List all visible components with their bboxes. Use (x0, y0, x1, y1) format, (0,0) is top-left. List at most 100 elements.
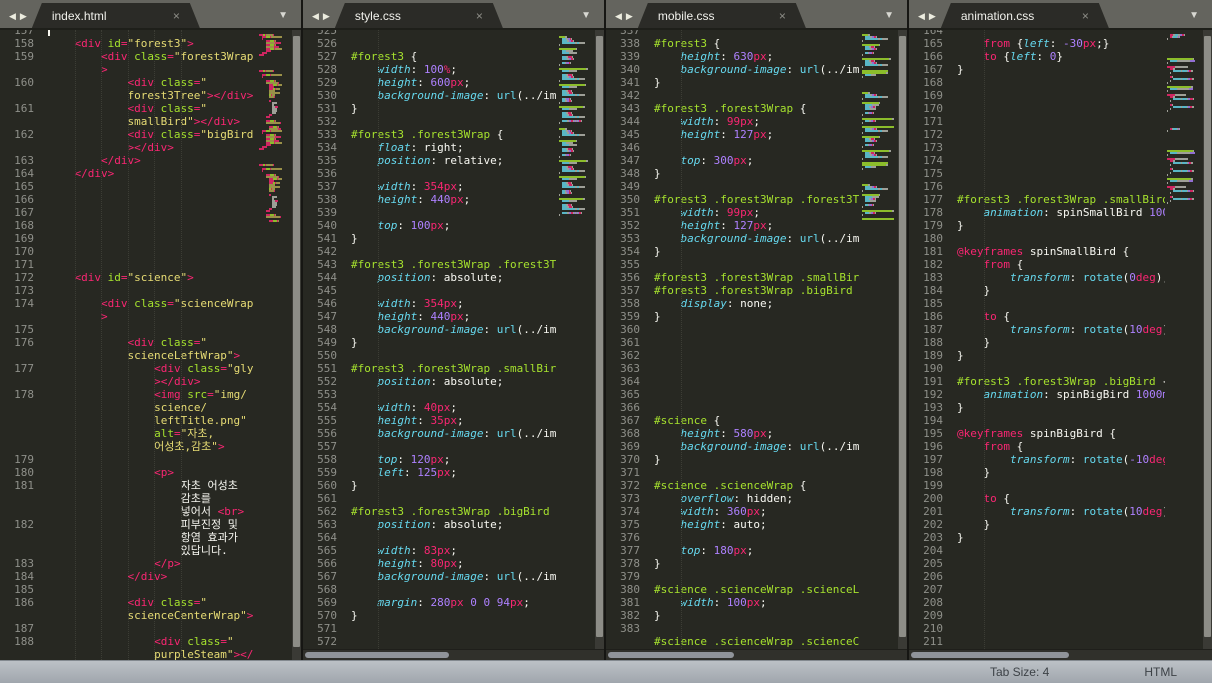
code-line[interactable]: 345 height: 127px; (606, 128, 860, 141)
code-line[interactable]: 167 (0, 206, 254, 219)
code-line[interactable]: 383 (606, 622, 860, 635)
tab-overflow-icon[interactable]: ▼ (1189, 11, 1199, 21)
tab-animation-css[interactable]: animation.css × (941, 3, 1109, 28)
code-line[interactable]: scienceCenterWrap"> (0, 609, 254, 622)
code-line[interactable]: 210 (909, 622, 1165, 635)
code-line[interactable]: 570} (303, 609, 557, 622)
code-line[interactable]: 364 (606, 375, 860, 388)
code-line[interactable]: 157 (0, 30, 254, 37)
code-line[interactable]: 168 (909, 76, 1165, 89)
code-line[interactable]: 164 (909, 30, 1165, 37)
code-line[interactable]: 542 (303, 245, 557, 258)
tab-close-icon[interactable]: × (476, 9, 483, 23)
code-line[interactable]: 525 (303, 30, 557, 37)
code-line[interactable]: 553 (303, 388, 557, 401)
code-line[interactable]: > (0, 310, 254, 323)
code-line[interactable]: 529 height: 600px; (303, 76, 557, 89)
code-line[interactable]: science/ (0, 401, 254, 414)
code-line[interactable]: 557 (303, 440, 557, 453)
code-area[interactable]: 164 165 from {left: -30px;} 166 to {left: 0}… (909, 30, 1165, 649)
code-line[interactable]: 182 from { (909, 258, 1165, 271)
code-line[interactable]: 354} (606, 245, 860, 258)
minimap[interactable] (860, 30, 898, 649)
code-line[interactable]: 366 (606, 401, 860, 414)
code-line[interactable]: leftTitle.png" (0, 414, 254, 427)
code-line[interactable]: 350#forest3 .forest3Wrap .forest3Tree { (606, 193, 860, 206)
minimap[interactable] (1165, 30, 1203, 649)
code-line[interactable]: 165 (0, 180, 254, 193)
code-line[interactable]: 감초를 (0, 492, 254, 505)
code-line[interactable]: 168 (0, 219, 254, 232)
code-line[interactable]: 351 width: 99px; (606, 206, 860, 219)
code-line[interactable]: 171 (0, 258, 254, 271)
code-line[interactable]: 358 display: none; (606, 297, 860, 310)
tab-style-css[interactable]: style.css × (335, 3, 503, 28)
code-line[interactable]: 568 (303, 583, 557, 596)
code-line[interactable]: 548background-image: url(../img (303, 323, 557, 336)
code-line[interactable]: 180 <p> (0, 466, 254, 479)
code-line[interactable]: 539 (303, 206, 557, 219)
tab-scroll-left-icon[interactable]: ◀ (615, 12, 622, 21)
code-line[interactable]: 363 (606, 362, 860, 375)
code-line[interactable]: 535 position: relative; (303, 154, 557, 167)
code-line[interactable]: > (0, 63, 254, 76)
code-line[interactable]: 183 </p> (0, 557, 254, 570)
code-line[interactable]: 540 top: 100px; (303, 219, 557, 232)
horizontal-scrollbar[interactable] (303, 649, 604, 660)
code-line[interactable]: 205 (909, 557, 1165, 570)
horizontal-scrollbar-thumb[interactable] (608, 652, 735, 658)
code-line[interactable]: 563 position: absolute; (303, 518, 557, 531)
code-line[interactable]: 347 top: 300px; (606, 154, 860, 167)
code-line[interactable]: 561 (303, 492, 557, 505)
code-area[interactable]: 525 526 527 #forest3 {528 width: 100%; 529 hei… (303, 30, 557, 649)
code-line[interactable]: 349 (606, 180, 860, 193)
code-line[interactable]: 556background-image: url(../img (303, 427, 557, 440)
code-line[interactable]: 564 (303, 531, 557, 544)
code-line[interactable]: 342 (606, 89, 860, 102)
code-line[interactable]: 173 (0, 284, 254, 297)
code-line[interactable]: 187 (0, 622, 254, 635)
code-line[interactable]: 380#science .scienceWrap .scienceLeftWra… (606, 583, 860, 596)
code-line[interactable]: 169 (0, 232, 254, 245)
code-line[interactable]: 359} (606, 310, 860, 323)
code-line[interactable]: 357#forest3 .forest3Wrap .bigBird { (606, 284, 860, 297)
code-line[interactable]: 337 (606, 30, 860, 37)
code-line[interactable]: 368 height: 580px; (606, 427, 860, 440)
code-line[interactable]: 373 overflow: hidden; (606, 492, 860, 505)
horizontal-scrollbar[interactable] (606, 649, 907, 660)
code-area[interactable]: 337 338 #forest3 {339 height: 630px; 340 back… (606, 30, 860, 649)
tab-scroll-left-icon[interactable]: ◀ (312, 12, 319, 21)
code-line[interactable]: 555 height: 35px; (303, 414, 557, 427)
code-line[interactable]: 198} (909, 466, 1165, 479)
code-line[interactable]: 558 top: 120px; (303, 453, 557, 466)
horizontal-scrollbar[interactable] (909, 649, 1212, 660)
tab-scroll-left-icon[interactable]: ◀ (918, 12, 925, 21)
code-line[interactable]: 177<div class="gly" (0, 362, 254, 375)
code-line[interactable]: 있답니다. (0, 544, 254, 557)
code-line[interactable]: scienceLeftWrap"> (0, 349, 254, 362)
code-line[interactable]: 547 height: 440px; (303, 310, 557, 323)
vertical-scrollbar-thumb[interactable] (899, 36, 906, 637)
code-line[interactable]: 375 height: auto; (606, 518, 860, 531)
tab-close-icon[interactable]: × (173, 9, 180, 23)
code-line[interactable]: 532 (303, 115, 557, 128)
code-line[interactable]: 346 (606, 141, 860, 154)
code-line[interactable]: 550 (303, 349, 557, 362)
horizontal-scrollbar-thumb[interactable] (305, 652, 450, 658)
code-line[interactable]: 571 (303, 622, 557, 635)
code-line[interactable]: 343 #forest3 .forest3Wrap { (606, 102, 860, 115)
code-line[interactable]: 171 (909, 115, 1165, 128)
code-line[interactable]: 204 (909, 544, 1165, 557)
code-line[interactable]: 183transform: rotate(0deg); (909, 271, 1165, 284)
vertical-scrollbar[interactable] (1203, 30, 1212, 649)
code-line[interactable]: 527 #forest3 { (303, 50, 557, 63)
code-line[interactable]: 377 top: 180px; (606, 544, 860, 557)
code-line[interactable]: 544 position: absolute; (303, 271, 557, 284)
code-line[interactable]: 211 (909, 635, 1165, 648)
code-line[interactable]: 569 margin: 280px 0 0 94px; (303, 596, 557, 609)
code-line[interactable]: 항염 효과가 (0, 531, 254, 544)
code-line[interactable]: 164 </div> (0, 167, 254, 180)
code-line[interactable]: 165 from {left: -30px;} (909, 37, 1165, 50)
code-line[interactable]: 189} (909, 349, 1165, 362)
horizontal-scrollbar-thumb[interactable] (911, 652, 1069, 658)
